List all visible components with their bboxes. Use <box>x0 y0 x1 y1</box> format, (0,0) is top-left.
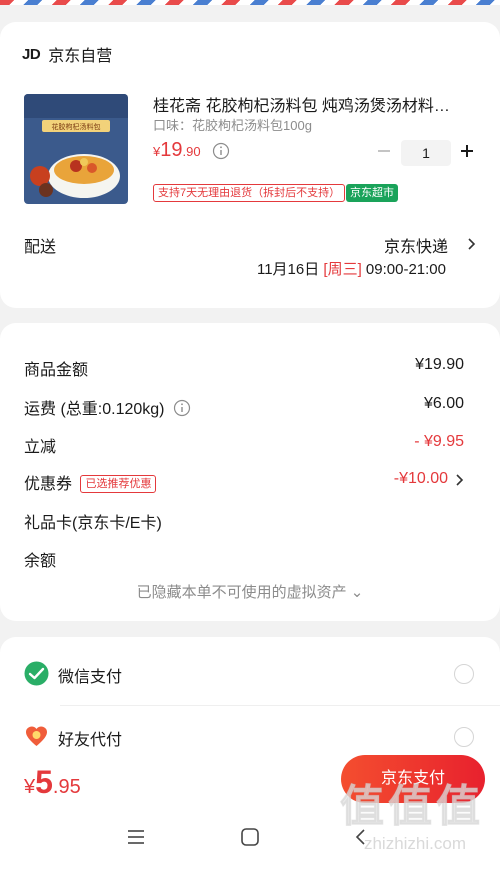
watermark-url: zhizhizhi.com <box>363 834 467 853</box>
watermark-char: 值 <box>388 782 433 832</box>
hidden-assets-toggle[interactable]: 已隐藏本单不可使用的虚拟资产 ⌄ <box>0 581 500 602</box>
shipping-row: 运费 (总重:0.120kg) ¥6.00 <box>24 395 464 419</box>
menu-icon[interactable] <box>126 828 146 846</box>
friend-pay-heart-icon <box>26 726 47 746</box>
discount-label: 立减 <box>24 439 57 456</box>
shipping-value: ¥6.00 <box>423 395 464 412</box>
friend-pay-radio[interactable] <box>454 727 474 747</box>
delivery-window: 09:00-21:00 <box>365 261 446 278</box>
watermark-char: 值 <box>436 782 481 832</box>
quantity-field[interactable]: 1 <box>401 140 451 166</box>
chevron-right-icon[interactable] <box>454 473 464 487</box>
product-image[interactable]: 花胶枸杞汤料包 <box>24 94 128 204</box>
shipping-label: 运费 (总重:0.120kg) <box>24 401 165 418</box>
airmail-border <box>0 0 500 5</box>
discount-row: 立减 - ¥9.95 <box>24 433 464 457</box>
delivery-label: 配送 <box>24 239 57 256</box>
order-item-card: JD 京东自营 花胶枸杞汤料包 桂花斋 花胶枸杞汤料包 炖鸡汤煲汤材料… 口味：… <box>0 22 500 308</box>
gift-card-row[interactable]: 礼品卡(京东卡/E卡) <box>24 509 464 533</box>
friend-pay-option[interactable]: 好友代付 <box>24 724 480 749</box>
product-variant: 口味：花胶枸杞汤料包100g <box>153 118 312 133</box>
coupon-value: -¥10.00 <box>393 470 448 487</box>
delivery-date: 11月16日 <box>256 261 320 278</box>
goods-amount-value: ¥19.90 <box>415 356 464 373</box>
balance-label: 余额 <box>24 553 57 570</box>
total-integer: 5 <box>35 764 53 800</box>
delivery-carrier[interactable]: 京东快递 <box>384 233 448 257</box>
friend-pay-label: 好友代付 <box>58 732 123 749</box>
goods-amount-row: 商品金额 ¥19.90 <box>24 356 464 380</box>
payment-divider <box>60 705 500 706</box>
product-price: ¥19.90 <box>153 139 201 162</box>
gift-card-label: 礼品卡(京东卡/E卡) <box>24 515 162 532</box>
product-title[interactable]: 桂花斋 花胶枸杞汤料包 炖鸡汤煲汤材料… <box>153 92 468 116</box>
jd-supermarket-tag: 京东超市 <box>346 184 398 202</box>
coupon-recommended-tag: 已选推荐优惠 <box>80 475 157 493</box>
wechat-pay-radio[interactable] <box>454 664 474 684</box>
watermark: 值 值 值 zhizhizhi.com <box>340 782 490 866</box>
shipping-info-icon[interactable] <box>173 399 191 417</box>
shop-name: 京东自营 <box>48 48 113 65</box>
price-decimal: .90 <box>182 144 201 159</box>
coupon-label: 优惠券 <box>24 476 73 493</box>
increase-quantity-icon[interactable] <box>458 142 476 160</box>
price-summary-card: 商品金额 ¥19.90 运费 (总重:0.120kg) ¥6.00 立减 - ¥… <box>0 323 500 621</box>
coupon-row[interactable]: 优惠券 已选推荐优惠 -¥10.00 <box>24 470 464 494</box>
decrease-quantity-icon[interactable] <box>375 142 393 160</box>
total-decimal: .95 <box>52 776 81 798</box>
jd-logo: JD <box>22 45 41 63</box>
home-icon[interactable] <box>240 828 260 846</box>
price-integer: 19 <box>160 139 183 161</box>
watermark-char: 值 <box>340 782 385 832</box>
wechat-pay-label: 微信支付 <box>58 669 123 686</box>
wechat-pay-option[interactable]: 微信支付 <box>24 661 480 686</box>
wechat-pay-icon <box>24 661 49 686</box>
total-currency: ¥ <box>24 776 36 798</box>
discount-value: - ¥9.95 <box>414 433 464 450</box>
chevron-right-icon[interactable] <box>466 237 476 251</box>
return-policy-tag: 支持7天无理由退货（拆封后不支持） <box>153 184 346 202</box>
balance-row[interactable]: 余额 <box>24 547 464 571</box>
delivery-weekday: [周三] <box>323 261 362 278</box>
price-info-icon[interactable] <box>212 142 230 160</box>
shop-header[interactable]: JD 京东自营 <box>22 42 112 66</box>
order-total: ¥5.95 <box>24 764 81 801</box>
product-image-label: 花胶枸杞汤料包 <box>52 122 101 131</box>
goods-amount-label: 商品金额 <box>24 362 89 379</box>
delivery-time[interactable]: 11月16日 [周三] 09:00-21:00 <box>257 258 446 279</box>
